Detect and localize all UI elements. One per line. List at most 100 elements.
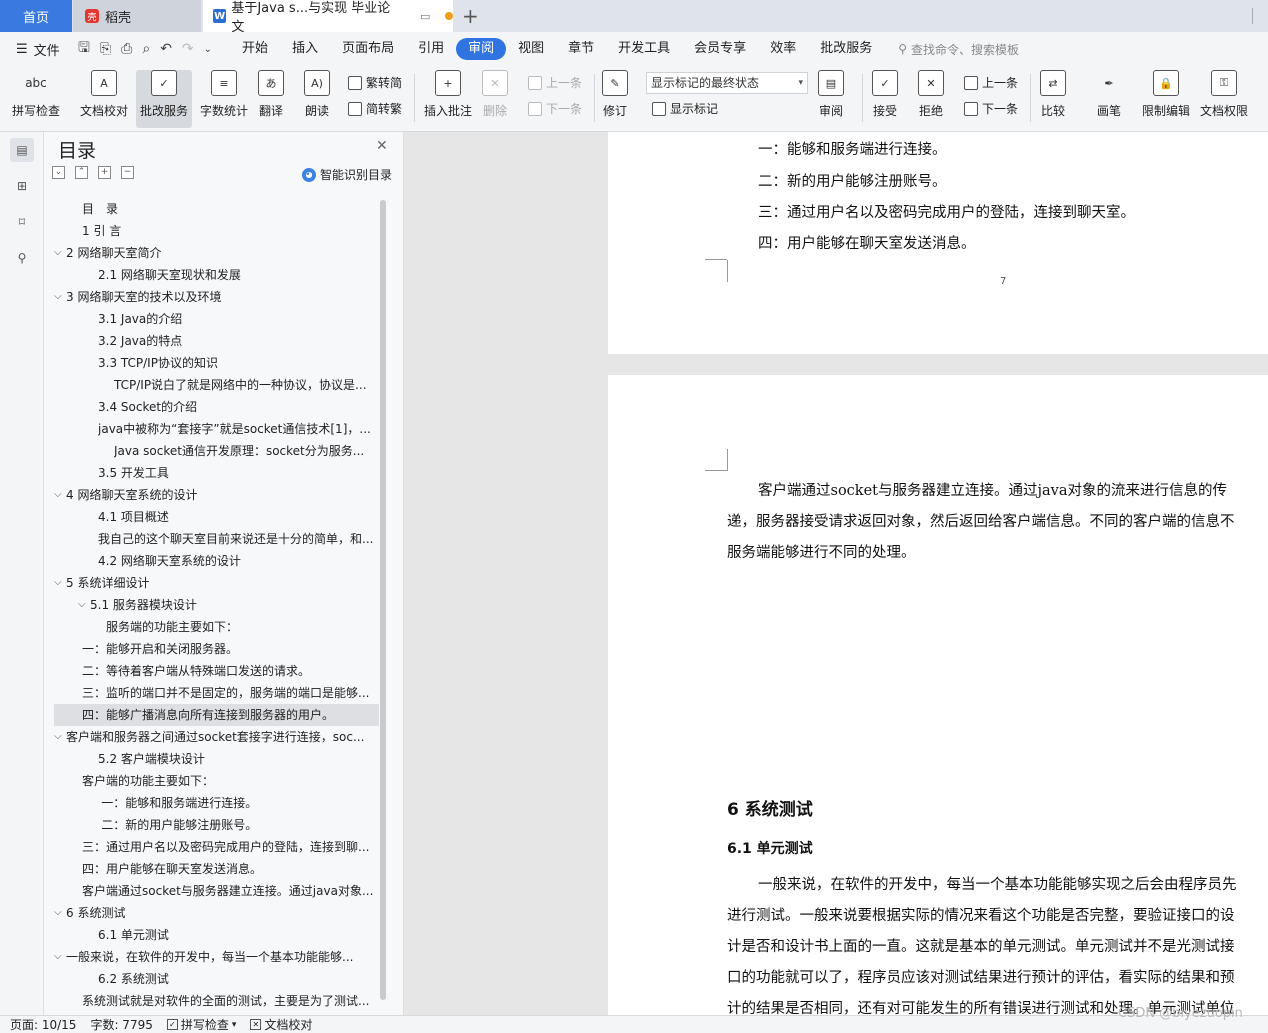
command-search[interactable]: ⚲ 查找命令、搜索模板	[898, 41, 1019, 58]
toc-item[interactable]: ⌵ 5.1 服务器模块设计	[54, 594, 379, 616]
toc-item[interactable]: 目 录	[54, 198, 379, 220]
paragraph-line[interactable]: 三：通过用户名以及密码完成用户的登陆，连接到聊天室。	[758, 201, 1135, 222]
status-spell-check[interactable]: ✓ 拼写检查 ▾	[166, 1016, 236, 1033]
paragraph-line[interactable]: 计是否和设计书上面的一直。这就是基本的单元测试。单元测试并不是光测试接	[727, 935, 1235, 956]
chevron-down-icon[interactable]: ⌵	[54, 572, 66, 594]
read-aloud-button[interactable]: A) 朗读	[304, 70, 330, 119]
paragraph-line[interactable]: 二：新的用户能够注册账号。	[758, 170, 947, 191]
simp-to-trad-button[interactable]: 简转繁	[348, 100, 402, 117]
undo-icon[interactable]: ↶	[160, 41, 172, 57]
add-heading-icon[interactable]: +	[98, 166, 111, 179]
translate-button[interactable]: あ 翻译	[258, 70, 284, 119]
export-icon[interactable]: ⎘	[100, 41, 111, 57]
chevron-down-icon[interactable]: ⌵	[54, 946, 66, 968]
outline-icon[interactable]: ⊞	[10, 174, 34, 198]
redo-icon[interactable]: ↷	[182, 41, 194, 57]
toc-item[interactable]: 6.1 单元测试	[54, 924, 379, 946]
previous-comment-button[interactable]: 上一条	[528, 74, 582, 91]
expand-all-icon[interactable]: ⌃	[75, 166, 88, 179]
paragraph-line[interactable]: 递，服务器接受请求返回对象，然后返回给客户端信息。不同的客户端的信息不	[727, 510, 1235, 531]
toc-item[interactable]: 1 引 言	[54, 220, 379, 242]
track-changes-button[interactable]: ✎ 修订	[602, 70, 628, 119]
tab-daoke[interactable]: 壳 稻壳	[73, 0, 201, 32]
toc-item[interactable]: 3.3 TCP/IP协议的知识	[54, 352, 379, 374]
delete-comment-button[interactable]: ✕ 删除	[482, 70, 508, 119]
paragraph-line[interactable]: 一般来说，在软件的开发中，每当一个基本功能能够实现之后会由程序员先	[758, 873, 1237, 894]
toc-item[interactable]: 四：用户能够在聊天室发送消息。	[54, 858, 379, 880]
tab-home[interactable]: 首页	[0, 0, 72, 32]
menu-tab[interactable]: 章节	[556, 38, 606, 60]
menu-tab[interactable]: 效率	[758, 38, 808, 60]
menu-tab[interactable]: 会员专享	[682, 38, 758, 60]
chevron-down-icon[interactable]: ⌵	[54, 286, 66, 308]
remove-heading-icon[interactable]: −	[121, 166, 134, 179]
toc-item[interactable]: 2.1 网络聊天室现状和发展	[54, 264, 379, 286]
toc-item[interactable]: ⌵ 5 系统详细设计	[54, 572, 379, 594]
toc-item[interactable]: 我自己的这个聊天室目前来说还是十分的简单，和...	[54, 528, 379, 550]
more-chevron-icon[interactable]: ⌄	[204, 44, 212, 55]
paragraph-line[interactable]: 服务端能够进行不同的处理。	[727, 541, 916, 562]
next-change-button[interactable]: 下一条	[964, 100, 1018, 117]
close-icon[interactable]: ✕	[376, 138, 388, 154]
trad-to-simp-button[interactable]: 繁转简	[348, 74, 402, 91]
toc-item[interactable]: ⌵ 客户端和服务器之间通过socket套接字进行连接，soc...	[54, 726, 379, 748]
insert-comment-button[interactable]: + 插入批注	[424, 70, 472, 119]
next-comment-button[interactable]: 下一条	[528, 100, 582, 117]
toc-item[interactable]: ⌵ 4 网络聊天室系统的设计	[54, 484, 379, 506]
page-indicator[interactable]: 页面: 10/15	[10, 1016, 76, 1033]
previous-change-button[interactable]: 上一条	[964, 74, 1018, 91]
menu-tab[interactable]: 页面布局	[330, 38, 406, 60]
menu-tab[interactable]: 批改服务	[808, 38, 884, 60]
toc-item[interactable]: 3.2 Java的特点	[54, 330, 379, 352]
toc-item[interactable]: ⌵ 3 网络聊天室的技术以及环境	[54, 286, 379, 308]
spell-check-button[interactable]: abc 拼写检查	[12, 70, 60, 119]
reject-button[interactable]: ✕ 拒绝	[918, 70, 944, 119]
restrict-editing-button[interactable]: 🔒 限制编辑	[1142, 70, 1190, 119]
paragraph-line[interactable]: 口的功能就可以了，程序员应该对测试结果进行预计的评估，看实际的结果和预	[727, 966, 1235, 987]
chevron-down-icon[interactable]: ⌵	[54, 902, 66, 924]
toc-item[interactable]: 四：能够广播消息向所有连接到服务器的用户。	[54, 704, 379, 726]
toc-item[interactable]: 3.5 开发工具	[54, 462, 379, 484]
menu-tab[interactable]: 引用	[406, 38, 456, 60]
compare-button[interactable]: ⇄ 比较	[1040, 70, 1066, 119]
monitor-icon[interactable]: ▭	[420, 10, 430, 23]
word-count-button[interactable]: ≡ 字数统计	[200, 70, 248, 119]
word-count[interactable]: 字数: 7795	[90, 1016, 152, 1033]
toc-item[interactable]: java中被称为“套接字”就是socket通信技术[1]，...	[54, 418, 379, 440]
proofread-button[interactable]: A 文档校对	[80, 70, 128, 119]
toc-item[interactable]: ⌵ 一般来说，在软件的开发中，每当一个基本功能能够...	[54, 946, 379, 968]
toc-item[interactable]: 4.2 网络聊天室系统的设计	[54, 550, 379, 572]
toc-item[interactable]: Java socket通信开发原理：socket分为服务...	[54, 440, 379, 462]
heading-2[interactable]: 6.1 单元测试	[727, 838, 813, 858]
paragraph-line[interactable]: 一：能够和服务端进行连接。	[758, 138, 947, 159]
show-markup-button[interactable]: 显示标记	[652, 100, 718, 117]
toc-item[interactable]: 二：等待着客户端从特殊端口发送的请求。	[54, 660, 379, 682]
chevron-down-icon[interactable]: ⌵	[54, 726, 66, 748]
chevron-down-icon[interactable]: ⌵	[54, 484, 66, 506]
new-tab-button[interactable]: +	[462, 4, 479, 28]
save-icon[interactable]: 🖫	[78, 37, 90, 61]
toc-item[interactable]: 三：通过用户名以及密码完成用户的登陆，连接到聊...	[54, 836, 379, 858]
toc-item[interactable]: 二：新的用户能够注册账号。	[54, 814, 379, 836]
menu-tab[interactable]: 插入	[280, 38, 330, 60]
toc-icon[interactable]: ▤	[10, 138, 34, 162]
heading-1[interactable]: 6 系统测试	[727, 795, 813, 820]
toc-item[interactable]: 客户端通过socket与服务器建立连接。通过java对象...	[54, 880, 379, 902]
file-menu[interactable]: ☰ 文件	[0, 40, 70, 59]
toc-item[interactable]: 一：能够和服务端进行连接。	[54, 792, 379, 814]
accept-button[interactable]: ✓ 接受	[872, 70, 898, 119]
toc-item[interactable]: 3.1 Java的介绍	[54, 308, 379, 330]
toc-item[interactable]: 服务端的功能主要如下：	[54, 616, 379, 638]
paragraph-line[interactable]: 进行测试。一般来说要根据实际的情况来看这个功能是否完整，要验证接口的设	[727, 904, 1235, 925]
toc-item[interactable]: 3.4 Socket的介绍	[54, 396, 379, 418]
toc-item[interactable]: 三：监听的端口并不是固定的，服务端的端口是能够...	[54, 682, 379, 704]
toc-item[interactable]: 一：能够开启和关闭服务器。	[54, 638, 379, 660]
toc-item[interactable]: 4.1 项目概述	[54, 506, 379, 528]
markup-state-select[interactable]: 显示标记的最终状态 ▾	[646, 72, 808, 94]
collapse-all-icon[interactable]: ⌄	[52, 166, 65, 179]
document-rights-button[interactable]: ⚿ 文档权限	[1200, 70, 1248, 119]
search-icon[interactable]: ⚲	[10, 246, 34, 270]
menu-tab[interactable]: 审阅	[456, 38, 507, 60]
print-preview-icon[interactable]: ⌕	[142, 41, 150, 57]
menu-tab[interactable]: 开发工具	[606, 38, 682, 60]
